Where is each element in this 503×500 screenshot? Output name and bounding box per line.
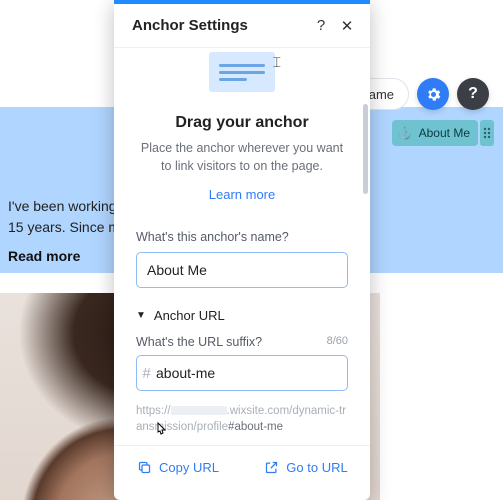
settings-button[interactable] [417,78,449,110]
hash-prefix: # [137,365,156,382]
anchor-name-label: What's this anchor's name? [136,230,348,244]
anchor-url-heading: Anchor URL [154,308,225,323]
read-more-link[interactable]: Read more [8,248,80,264]
copy-icon [137,460,152,475]
background-paragraph: I've been working 15 years. Since m [8,196,120,238]
anchor-settings-panel: Anchor Settings ? ✕ ⌶ Drag your anchor P… [114,0,370,500]
external-link-icon [264,460,279,475]
copy-url-button[interactable]: Copy URL [114,446,242,488]
url-suffix-label: What's the URL suffix? [136,335,262,349]
full-url-preview: https://.wixsite.com/dynamic-transmissio… [114,393,370,445]
anchor-name-input[interactable] [136,252,348,288]
anchor-drag-handle[interactable] [480,120,494,146]
anchor-icon: ⚓ [398,126,413,140]
learn-more-link[interactable]: Learn more [114,187,370,220]
gear-icon [425,86,442,103]
drag-illustration: ⌶ [114,48,370,114]
url-suffix-field-wrap: # [136,355,348,391]
panel-help-button[interactable]: ? [308,13,334,39]
panel-title: Anchor Settings [132,17,308,34]
chevron-down-icon: ▼ [136,310,146,321]
drag-subtext: Place the anchor wherever you want to li… [114,140,370,187]
url-suffix-input[interactable] [156,356,347,390]
anchor-tag[interactable]: ⚓ About Me [392,120,478,146]
scrollbar-thumb[interactable] [363,104,368,194]
redacted-segment [171,406,227,415]
panel-close-button[interactable]: ✕ [334,13,360,39]
drag-heading: Drag your anchor [114,114,370,140]
text-cursor-icon: ⌶ [273,54,281,71]
anchor-tag-label: About Me [419,126,470,140]
go-to-url-button[interactable]: Go to URL [242,446,370,488]
help-button[interactable]: ? [457,78,489,110]
url-suffix-counter: 8/60 [327,335,348,349]
anchor-url-toggle[interactable]: ▼ Anchor URL [114,294,370,329]
